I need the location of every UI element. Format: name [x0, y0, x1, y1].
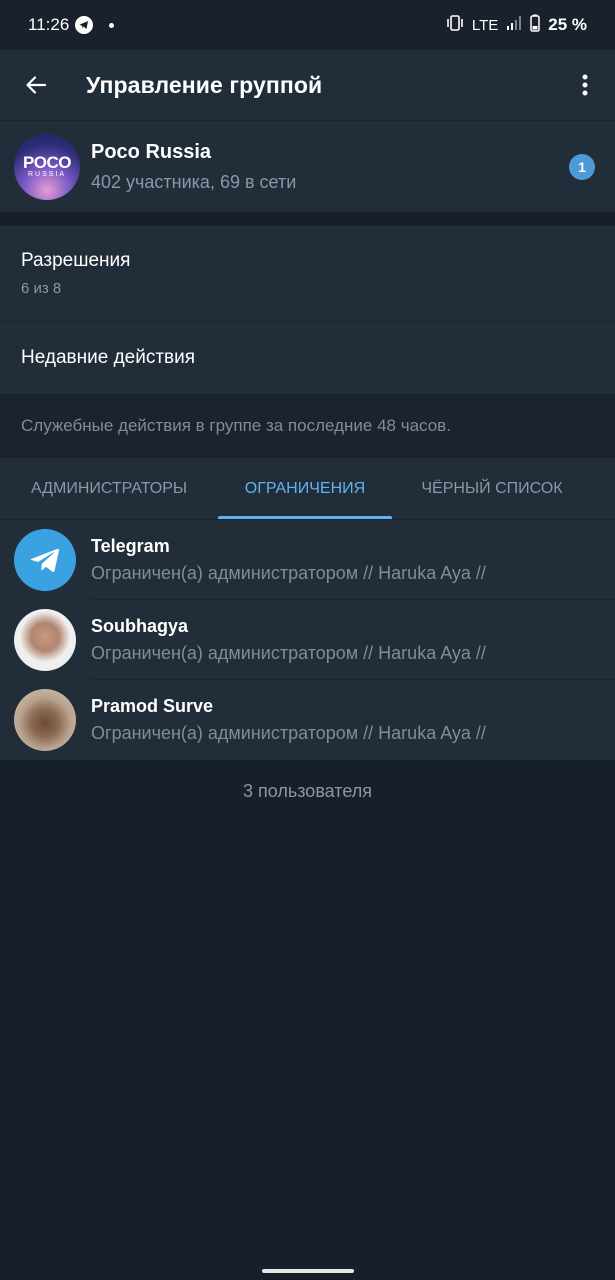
- unread-badge: 1: [569, 153, 595, 180]
- tab-administrators[interactable]: АДМИНИСТРАТОРЫ: [0, 458, 218, 519]
- status-bar: 11:26 LTE 25 %: [0, 0, 615, 50]
- group-avatar: POCO RUSSIA: [14, 133, 80, 200]
- user-name: Pramod Surve: [91, 696, 214, 716]
- tab-restrictions[interactable]: ОГРАНИЧЕНИЯ: [218, 458, 392, 519]
- avatar: [14, 689, 76, 751]
- back-button[interactable]: [18, 67, 54, 103]
- user-name: Soubhagya: [91, 616, 189, 636]
- user-status: Ограничен(а) администратором // Haruka A…: [91, 563, 486, 583]
- battery-icon: [530, 14, 540, 36]
- users-count: 3 пользователя: [243, 781, 372, 801]
- group-avatar-logo: POCO: [22, 153, 72, 172]
- network-type: LTE: [471, 16, 499, 34]
- app-bar: Управление группой: [0, 50, 615, 120]
- permissions-value: 6 из 8: [21, 280, 62, 297]
- signal-icon: [506, 15, 522, 35]
- group-avatar-logo-sub: RUSSIA: [27, 171, 67, 178]
- permissions-item[interactable]: Разрешения 6 из 8: [0, 226, 615, 322]
- recent-actions-item[interactable]: Недавние действия: [0, 322, 615, 394]
- group-name: Poco Russia: [91, 140, 212, 163]
- group-header[interactable]: POCO RUSSIA Poco Russia 402 участника, 6…: [0, 120, 615, 212]
- more-vertical-icon: [582, 74, 588, 96]
- vibrate-icon: [446, 15, 464, 35]
- telegram-notification-icon: [75, 16, 94, 34]
- restricted-users-list: Telegram Ограничен(а) администратором //…: [0, 520, 615, 760]
- list-item[interactable]: Telegram Ограничен(а) администратором //…: [0, 520, 615, 600]
- page-title: Управление группой: [86, 71, 323, 98]
- telegram-icon: [30, 548, 59, 572]
- recent-actions-hint: Служебные действия в группе за последние…: [0, 394, 615, 458]
- user-status: Ограничен(а) администратором // Haruka A…: [91, 723, 486, 743]
- more-menu-button[interactable]: [573, 65, 597, 105]
- avatar: [14, 609, 76, 671]
- home-indicator[interactable]: [262, 1269, 354, 1273]
- group-members-count: 402 участника, 69 в сети: [91, 171, 297, 192]
- list-item[interactable]: Pramod Surve Ограничен(а) администраторо…: [0, 680, 615, 760]
- tab-blacklist[interactable]: ЧЁРНЫЙ СПИСОК: [392, 458, 592, 519]
- user-status: Ограничен(а) администратором // Haruka A…: [91, 643, 486, 663]
- screen: 11:26 LTE 25 % Управление группой POCO R…: [0, 0, 615, 1280]
- list-item[interactable]: Soubhagya Ограничен(а) администратором /…: [0, 600, 615, 680]
- section-divider: [0, 212, 615, 226]
- recent-actions-label: Недавние действия: [21, 347, 196, 368]
- tab-bar: АДМИНИСТРАТОРЫ ОГРАНИЧЕНИЯ ЧЁРНЫЙ СПИСОК: [0, 458, 615, 520]
- telegram-avatar: [14, 529, 76, 591]
- user-name: Telegram: [91, 536, 170, 556]
- status-time: 11:26: [28, 15, 70, 34]
- battery-percent: 25 %: [548, 15, 587, 34]
- permissions-label: Разрешения: [21, 250, 131, 271]
- arrow-left-icon: [26, 76, 47, 94]
- notification-dot-icon: [109, 22, 115, 28]
